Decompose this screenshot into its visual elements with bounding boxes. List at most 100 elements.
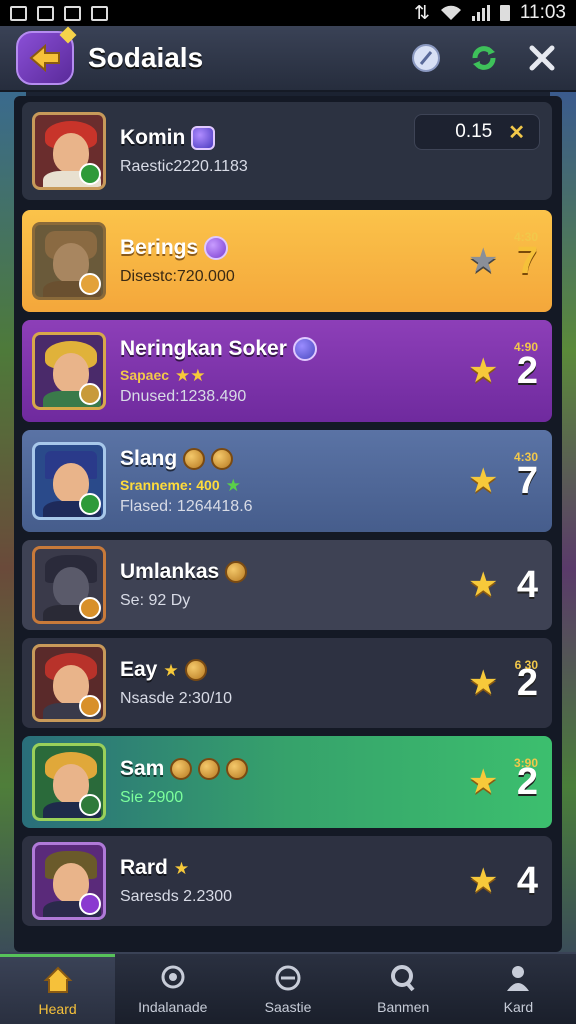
home-icon: [43, 965, 73, 995]
nav-label: Heard: [38, 1000, 77, 1017]
coin-icon: [183, 447, 206, 470]
rank-number: 7: [516, 459, 538, 502]
leaderboard-list: Komin Raestic2220.1183 0.15 ✕ Berings Di…: [14, 96, 562, 952]
list-item[interactable]: Komin Raestic2220.1183 0.15 ✕: [22, 102, 552, 200]
player-name: Eay: [120, 658, 158, 681]
nav-item-leaderboard[interactable]: Indalanade: [115, 954, 230, 1024]
player-stat: Flased: 1264418.6: [120, 497, 253, 515]
star-icon: ★: [468, 664, 499, 702]
signal-icon: [471, 5, 490, 21]
rank-box: ★ 4:90 2: [458, 320, 538, 422]
player-name: Slang: [120, 446, 178, 470]
nav-label: Banmen: [377, 999, 430, 1015]
nav-label: Indalanade: [138, 999, 208, 1015]
list-item[interactable]: Berings Disestc:720.000 ★ 4:30 7: [22, 210, 552, 312]
app-notification-icon: [64, 5, 81, 21]
gem-icon: [292, 336, 317, 361]
list-item[interactable]: Neringkan Soker Sapaec ★★ Dnused:1238.49…: [22, 320, 552, 422]
gem-icon: [204, 236, 229, 260]
score-pill[interactable]: 0.15 ✕: [414, 114, 540, 150]
nav-item-search[interactable]: Banmen: [346, 954, 461, 1024]
coin-icon: [225, 561, 248, 583]
rank-box: ★ 3:90 2: [458, 736, 538, 828]
photo-notification-icon: [91, 5, 108, 21]
gallery-notification-icon: [10, 5, 27, 21]
gem-badge-icon: [79, 893, 101, 915]
gem-icon: [191, 126, 216, 150]
rank-number: 4: [516, 859, 538, 902]
star-icon: ★: [468, 242, 499, 280]
rank-box: ★ 4:30 7: [458, 430, 538, 532]
rank-box: ★ 4: [458, 540, 538, 630]
rank-time: 4:30: [513, 450, 538, 464]
player-stat: Sie 2900: [120, 789, 184, 806]
search-icon: [388, 963, 418, 993]
list-item[interactable]: Rard ★ Saresds 2.2300 ★ 4: [22, 836, 552, 926]
rank-time: 6 30: [514, 658, 538, 672]
close-icon: [529, 45, 555, 71]
bottom-nav: Heard Indalanade Saastie Banmen Kard: [0, 952, 576, 1024]
player-stat: Se: 92 Dy: [120, 592, 191, 609]
rank-box: ★ 4:30 7: [458, 210, 538, 312]
avatar: [32, 842, 106, 920]
avatar: [32, 743, 106, 821]
coin-badge-icon: [79, 695, 101, 717]
player-name: Rard: [120, 856, 168, 879]
coin-icon: [211, 447, 234, 470]
avatar: [32, 332, 106, 410]
avatar: [32, 546, 106, 624]
star-icon: ★: [173, 858, 190, 878]
battery-icon: [499, 5, 510, 21]
sort-button[interactable]: [408, 40, 444, 76]
image-notification-icon: [37, 5, 54, 21]
player-tag: Sranneme: 400: [120, 477, 220, 493]
list-item[interactable]: Slang Sranneme: 400 ★ Flased: 1264418.6 …: [22, 430, 552, 532]
player-name: Komin: [120, 126, 186, 149]
coin-icon: [170, 758, 193, 780]
list-item[interactable]: Umlankas Se: 92 Dy ★ 4: [22, 540, 552, 630]
green-star-icon: ★: [225, 475, 241, 495]
rank-time: 4:90: [513, 340, 538, 354]
refresh-button[interactable]: [466, 40, 502, 76]
coin-badge-icon: [79, 273, 101, 295]
status-time: 11:03: [519, 2, 566, 23]
player-stat: Saresds 2.2300: [120, 888, 233, 905]
star-icon: ★: [468, 462, 499, 500]
player-name: Berings: [120, 236, 199, 259]
rank-box: ★ 6 30 2: [458, 638, 538, 728]
avatar: [32, 112, 106, 190]
list-item[interactable]: Eay ★ Nsasde 2:30/10 ★ 6 30 2: [22, 638, 552, 728]
nav-label: Saastie: [264, 999, 312, 1015]
player-name: Neringkan Soker: [120, 336, 287, 360]
rank-number: 4: [516, 563, 538, 606]
nav-item-profile[interactable]: Kard: [461, 954, 576, 1024]
rank-number: 2: [516, 349, 538, 392]
star-icon: ★: [468, 763, 499, 801]
trophy-icon: [158, 963, 188, 993]
player-stat: Nsasde 2:30/10: [120, 690, 233, 707]
back-arrow-icon: [29, 43, 60, 73]
nav-item-stats[interactable]: Saastie: [230, 954, 345, 1024]
score-value: 0.15: [455, 121, 493, 142]
profile-icon: [503, 963, 533, 993]
clover-badge-icon: [79, 794, 101, 816]
wifi-icon: [440, 5, 461, 20]
rank-number: 7: [516, 239, 538, 282]
star-icon: ★: [163, 660, 179, 680]
list-item[interactable]: Sam Sie 2900 ★ 3:90 2: [22, 736, 552, 828]
rank-time: 4:30: [513, 230, 538, 244]
player-stat: Disestc:720.000: [120, 268, 235, 285]
coin-icon: [198, 758, 221, 780]
refresh-icon: [472, 46, 496, 70]
nav-item-home[interactable]: Heard: [0, 954, 116, 1024]
back-button[interactable]: [16, 26, 77, 85]
clover-badge-icon: [79, 493, 101, 515]
close-button[interactable]: [524, 40, 560, 76]
player-name: Sam: [120, 757, 165, 780]
avatar: [32, 442, 106, 520]
target-icon: [273, 963, 303, 993]
coin-badge-icon: [79, 597, 101, 619]
header-bar: Sodaials: [0, 26, 576, 92]
dismiss-icon[interactable]: ✕: [508, 120, 525, 145]
star-icon: ★: [468, 566, 499, 604]
